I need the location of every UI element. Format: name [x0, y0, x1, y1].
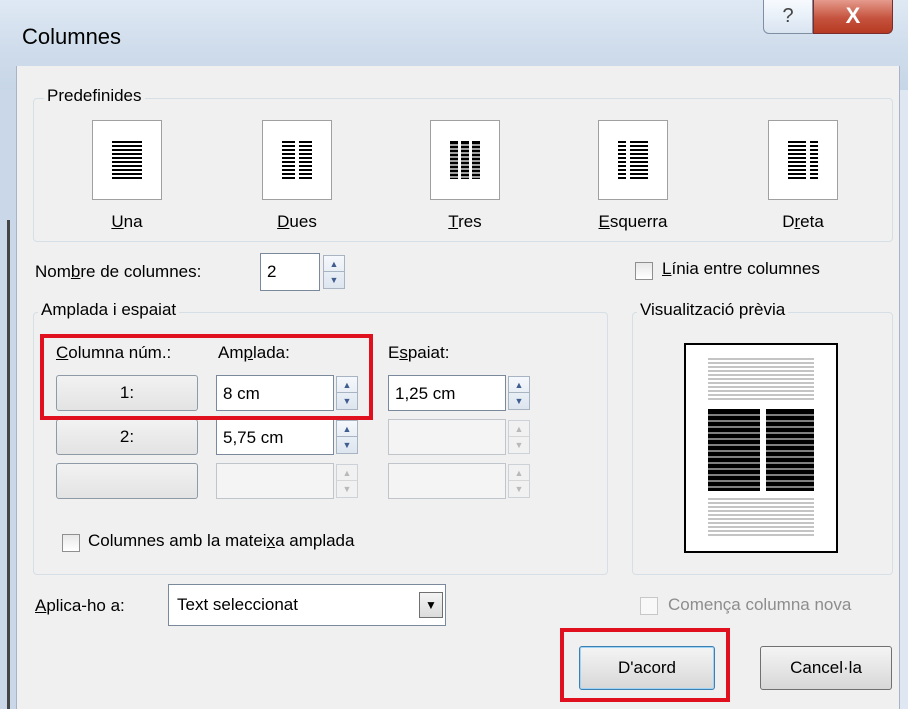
- preset-three-button[interactable]: [430, 120, 500, 200]
- preset-two-button[interactable]: [262, 120, 332, 200]
- line-between-label[interactable]: Línia entre columnes: [662, 259, 820, 279]
- right-column-icon: [788, 141, 818, 179]
- column-3-width-spinner: ▲ ▼: [336, 464, 358, 498]
- column-3-spacing-input: [388, 463, 506, 499]
- num-columns-spinner[interactable]: ▲ ▼: [323, 255, 345, 289]
- apply-to-label: Aplica-ho a:: [35, 596, 125, 615]
- left-column-icon: [618, 141, 648, 179]
- two-columns-preview-icon: [708, 358, 814, 536]
- equal-width-checkbox[interactable]: [62, 534, 80, 552]
- two-columns-icon: [282, 141, 312, 179]
- preset-left-label[interactable]: Esquerra: [588, 212, 678, 232]
- ok-highlight-annotation: [560, 628, 730, 702]
- equal-width-label[interactable]: Columnes amb la mateixa amplada: [88, 531, 354, 551]
- column-2-width-spinner[interactable]: ▲ ▼: [336, 420, 358, 454]
- num-columns-label: Nombre de columnes:: [35, 262, 202, 281]
- window-title: Columnes: [22, 24, 122, 49]
- spin-down-icon[interactable]: ▼: [324, 272, 344, 288]
- column-3-spacing-spinner: ▲ ▼: [508, 464, 530, 498]
- background-edge: [7, 220, 10, 709]
- close-button[interactable]: X: [813, 0, 893, 34]
- apply-to-select[interactable]: Text seleccionat: [168, 584, 446, 626]
- cancel-button[interactable]: Cancel·la: [760, 646, 892, 690]
- column-2-button[interactable]: 2:: [56, 419, 198, 455]
- help-icon: ?: [782, 5, 794, 27]
- spin-down-icon: ▼: [514, 440, 524, 450]
- apply-to-value: Text seleccionat: [177, 595, 298, 614]
- close-icon: X: [845, 3, 861, 28]
- spin-up-icon[interactable]: ▲: [509, 377, 529, 393]
- three-columns-icon: [450, 141, 480, 179]
- spin-up-icon: ▲: [337, 465, 357, 481]
- help-button[interactable]: ?: [763, 0, 813, 34]
- num-columns-input[interactable]: 2: [260, 253, 320, 291]
- one-column-icon: [112, 141, 142, 179]
- preset-two-label[interactable]: Dues: [262, 212, 332, 232]
- column-3-width-input: [216, 463, 334, 499]
- column-3-button: [56, 463, 198, 499]
- preset-left-button[interactable]: [598, 120, 668, 200]
- preset-one-button[interactable]: [92, 120, 162, 200]
- line-between-checkbox[interactable]: [635, 262, 653, 280]
- width-spacing-group-label: Amplada i espaiat: [38, 300, 180, 320]
- highlight-annotation: [40, 334, 373, 420]
- column-1-spacing-input[interactable]: 1,25 cm: [388, 375, 506, 411]
- preset-right-label[interactable]: Dreta: [768, 212, 838, 232]
- preview-page: [684, 343, 838, 553]
- column-2-width-input[interactable]: 5,75 cm: [216, 419, 334, 455]
- column-1-spacing-spinner[interactable]: ▲ ▼: [508, 376, 530, 410]
- presets-group-label: Predefinides: [44, 86, 145, 106]
- preset-right-button[interactable]: [768, 120, 838, 200]
- dropdown-arrow-icon[interactable]: ▼: [419, 592, 443, 618]
- new-column-checkbox: [640, 597, 658, 615]
- spin-down-icon[interactable]: ▼: [509, 393, 529, 409]
- preset-one-label[interactable]: Una: [92, 212, 162, 232]
- spin-up-icon: ▲: [509, 465, 529, 481]
- column-2-spacing-input: [388, 419, 506, 455]
- spin-up-icon[interactable]: ▲: [337, 421, 357, 437]
- column-2-spacing-spinner: ▲ ▼: [508, 420, 530, 454]
- preset-three-label[interactable]: Tres: [430, 212, 500, 232]
- spacing-header: Espaiat:: [388, 343, 450, 362]
- spin-up-icon[interactable]: ▲: [324, 256, 344, 272]
- spin-down-icon: ▼: [342, 484, 352, 494]
- new-column-label: Comença columna nova: [668, 595, 852, 614]
- spin-down-icon[interactable]: ▼: [337, 437, 357, 453]
- spin-down-icon: ▼: [514, 484, 524, 494]
- preview-group-label: Visualització prèvia: [637, 300, 789, 320]
- spin-up-icon: ▲: [509, 421, 529, 437]
